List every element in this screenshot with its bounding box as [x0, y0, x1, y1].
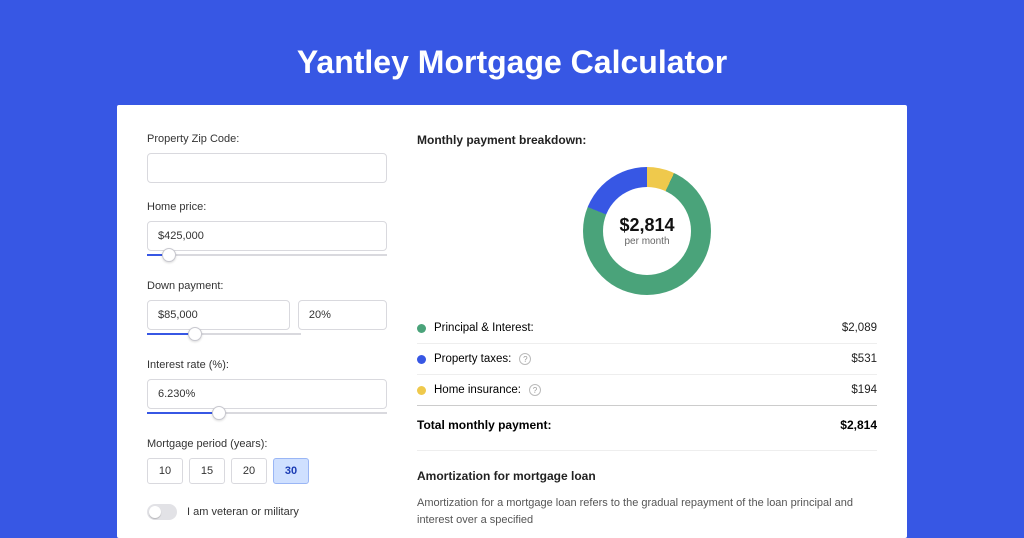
breakdown-item-left: Home insurance:? [417, 384, 541, 396]
donut-ring: $2,814 per month [583, 167, 711, 295]
slider-thumb[interactable] [162, 248, 176, 262]
zip-label: Property Zip Code: [147, 133, 387, 145]
breakdown-title: Monthly payment breakdown: [417, 133, 877, 147]
period-buttons: 10152030 [147, 458, 387, 484]
veteran-toggle[interactable] [147, 504, 177, 520]
home-price-label: Home price: [147, 201, 387, 213]
slider-track [147, 254, 387, 256]
help-icon[interactable]: ? [529, 384, 541, 396]
breakdown-rows: Principal & Interest: $2,089 Property taxe… [417, 313, 877, 406]
zip-input[interactable] [147, 153, 387, 183]
breakdown-item-label: Property taxes: [434, 353, 511, 365]
slider-thumb[interactable] [188, 327, 202, 341]
veteran-row: I am veteran or military [147, 504, 387, 520]
donut-center: $2,814 per month [583, 167, 711, 295]
legend-dot-icon [417, 386, 426, 395]
home-price-group: Home price: [147, 201, 387, 262]
help-icon[interactable]: ? [519, 353, 531, 365]
breakdown-item-value: $531 [851, 353, 877, 365]
veteran-label: I am veteran or military [187, 506, 299, 518]
period-option-30[interactable]: 30 [273, 458, 309, 484]
total-value: $2,814 [840, 418, 877, 432]
interest-group: Interest rate (%): [147, 359, 387, 420]
home-price-slider[interactable] [147, 250, 387, 262]
inputs-column: Property Zip Code: Home price: Down paym… [147, 133, 387, 528]
legend-dot-icon [417, 355, 426, 364]
period-group: Mortgage period (years): 10152030 [147, 438, 387, 484]
down-payment-amount-input[interactable] [147, 300, 290, 330]
down-payment-group: Down payment: [147, 280, 387, 341]
breakdown-item-label: Principal & Interest: [434, 322, 534, 334]
interest-label: Interest rate (%): [147, 359, 387, 371]
slider-thumb[interactable] [212, 406, 226, 420]
period-option-20[interactable]: 20 [231, 458, 267, 484]
zip-group: Property Zip Code: [147, 133, 387, 183]
interest-slider[interactable] [147, 408, 387, 420]
total-label: Total monthly payment: [417, 418, 551, 432]
breakdown-item-value: $194 [851, 384, 877, 396]
period-option-10[interactable]: 10 [147, 458, 183, 484]
donut-value: $2,814 [619, 215, 674, 236]
slider-fill [147, 412, 219, 414]
breakdown-item: Property taxes:? $531 [417, 344, 877, 375]
amortization-section: Amortization for mortgage loan Amortizat… [417, 450, 877, 528]
calculator-card: Property Zip Code: Home price: Down paym… [117, 105, 907, 538]
breakdown-item-left: Property taxes:? [417, 353, 531, 365]
down-payment-percent-input[interactable] [298, 300, 387, 330]
page-title: Yantley Mortgage Calculator [117, 0, 907, 105]
breakdown-item-value: $2,089 [842, 322, 877, 334]
home-price-input[interactable] [147, 221, 387, 251]
breakdown-item-label: Home insurance: [434, 384, 521, 396]
donut-sub: per month [624, 236, 669, 247]
total-row: Total monthly payment: $2,814 [417, 406, 877, 450]
breakdown-item-left: Principal & Interest: [417, 322, 534, 334]
breakdown-item: Principal & Interest: $2,089 [417, 313, 877, 344]
down-payment-label: Down payment: [147, 280, 387, 292]
donut-chart: $2,814 per month [417, 161, 877, 313]
down-payment-slider[interactable] [147, 329, 301, 341]
breakdown-column: Monthly payment breakdown: $2,814 per mo… [417, 133, 877, 528]
amortization-title: Amortization for mortgage loan [417, 469, 877, 483]
breakdown-item: Home insurance:? $194 [417, 375, 877, 406]
period-option-15[interactable]: 15 [189, 458, 225, 484]
period-label: Mortgage period (years): [147, 438, 387, 450]
legend-dot-icon [417, 324, 426, 333]
interest-input[interactable] [147, 379, 387, 409]
